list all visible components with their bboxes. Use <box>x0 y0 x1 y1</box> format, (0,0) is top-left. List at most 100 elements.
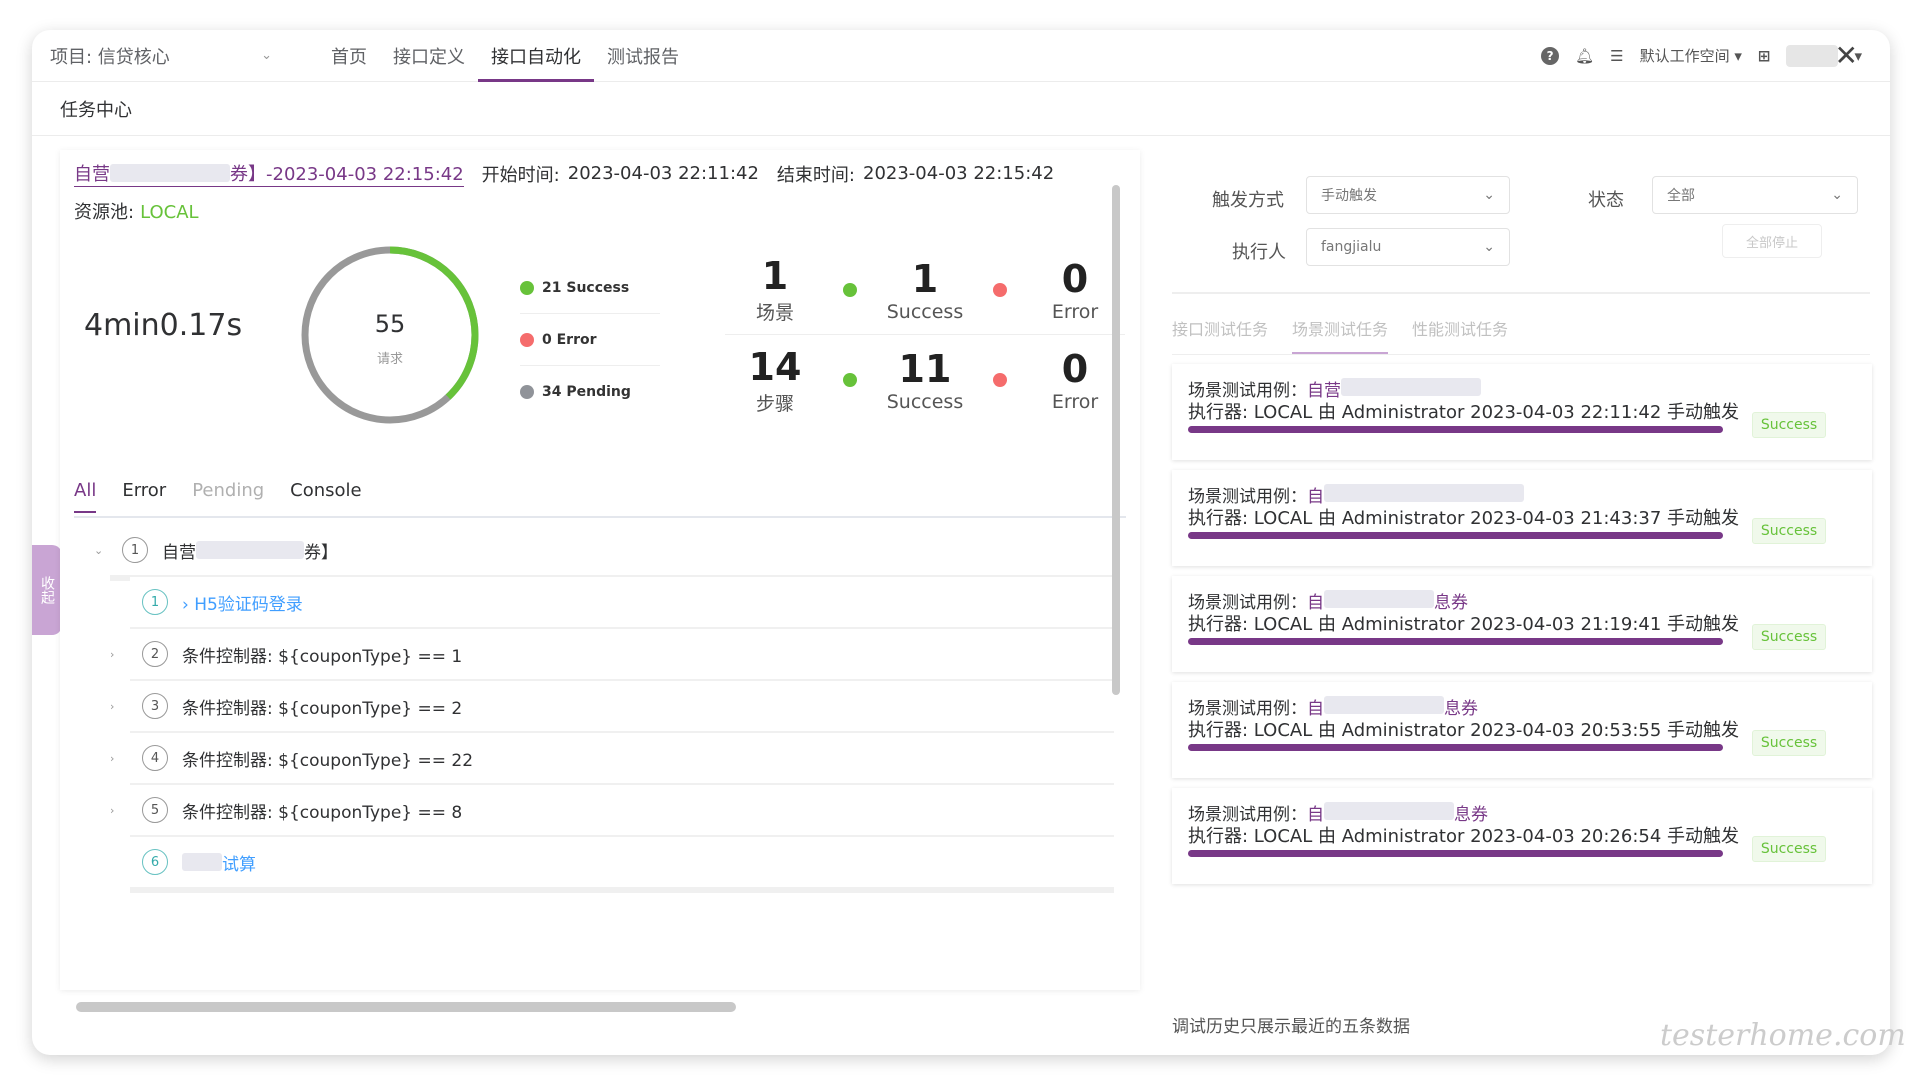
expand-arrow-icon[interactable]: › <box>110 804 114 817</box>
end-time-value: 2023-04-03 22:15:42 <box>863 163 1055 184</box>
status-label: 状态 <box>1588 190 1624 211</box>
nav-test-report[interactable]: 测试报告 <box>594 30 692 82</box>
step-total: 14 <box>748 344 802 389</box>
redacted-text <box>196 541 304 559</box>
redacted-text <box>182 853 222 871</box>
report-header: 自营 券】-2023-04-03 22:15:42 开始时间: 2023-04-… <box>74 160 1054 187</box>
status-badge: Success <box>1752 836 1826 862</box>
request-label: 请求 <box>376 352 403 367</box>
trigger-select[interactable]: 手动触发 ⌄ <box>1306 176 1510 214</box>
horizontal-scrollbar[interactable] <box>76 1002 736 1012</box>
history-footnote: 调试历史只展示最近的五条数据 <box>1172 1017 1410 1037</box>
stats-summary: 1 场景 1 Success 0 Error 14 步骤 11 Success 0 Erro… <box>725 245 1125 425</box>
trigger-label: 触发方式 <box>1212 190 1284 211</box>
project-selector[interactable]: 项目: 信贷核心 ⌄ <box>32 43 282 69</box>
start-time-value: 2023-04-03 22:11:42 <box>567 163 759 184</box>
task-executor-info: 执行器: LOCAL 由 Administrator 2023-04-03 21… <box>1188 508 1740 529</box>
redacted-text <box>1341 378 1481 396</box>
task-progress-bar <box>1188 850 1723 857</box>
nav-api-definition[interactable]: 接口定义 <box>380 30 478 82</box>
success-dot <box>843 373 857 387</box>
scenario-total: 1 <box>761 254 789 298</box>
tab-api-test-tasks[interactable]: 接口测试任务 <box>1172 316 1268 354</box>
expand-arrow-icon[interactable]: › <box>110 700 114 713</box>
watermark: testerhome.com <box>1660 1018 1906 1053</box>
tabs-divider <box>1172 354 1870 355</box>
task-executor-info: 执行器: LOCAL 由 Administrator 2023-04-03 21… <box>1188 614 1740 635</box>
task-executor-info: 执行器: LOCAL 由 Administrator 2023-04-03 22… <box>1188 402 1740 423</box>
step-stats: 14 步骤 11 Success 0 Error <box>725 335 1125 425</box>
success-dot <box>843 282 857 297</box>
list-icon[interactable]: ☰ <box>1610 47 1623 65</box>
status-badge: Success <box>1752 624 1826 650</box>
filter-divider <box>1172 292 1870 294</box>
tree-step-5[interactable]: › 5 条件控制器: ${couponType} == 8 <box>110 785 1114 841</box>
workspace-selector[interactable]: 默认工作空间 ▾ <box>1640 45 1742 66</box>
task-center-header: 任务中心 <box>32 82 1890 136</box>
scenario-error: 0 <box>1061 256 1089 301</box>
vertical-scrollbar[interactable] <box>1112 185 1120 695</box>
executor-label: 执行人 <box>1232 242 1286 263</box>
resource-pool: 资源池: LOCAL <box>74 202 199 223</box>
task-card[interactable]: 场景测试用例：自 息券 执行器: LOCAL 由 Administrator 20… <box>1172 682 1872 778</box>
task-card[interactable]: 场景测试用例：自 息券 执行器: LOCAL 由 Administrator 20… <box>1172 788 1872 884</box>
tree-root-node[interactable]: ⌄ 1 自营 券】 <box>94 525 1114 581</box>
end-time-label: 结束时间: <box>776 164 855 186</box>
tree-step-1[interactable]: 1 › H5验证码登录 <box>130 577 1114 633</box>
tab-pending[interactable]: Pending <box>192 480 264 513</box>
request-total: 55 <box>374 310 406 338</box>
tab-all[interactable]: All <box>74 480 97 513</box>
tabs-divider <box>74 516 1126 518</box>
task-progress-bar <box>1188 638 1723 645</box>
task-type-tabs: 接口测试任务 场景测试任务 性能测试任务 <box>1172 316 1508 354</box>
step-error: 0 <box>1061 347 1089 391</box>
expand-arrow-icon[interactable]: › <box>110 648 114 661</box>
legend-success: 21 Success <box>520 262 660 314</box>
collapse-side-tab[interactable]: 收起 <box>32 545 62 635</box>
task-card[interactable]: 场景测试用例：自 执行器: LOCAL 由 Administrator 2023… <box>1172 470 1872 566</box>
redacted-text <box>1324 802 1454 820</box>
nav-api-automation[interactable]: 接口自动化 <box>478 30 594 82</box>
tab-console[interactable]: Console <box>290 480 361 513</box>
executor-select[interactable]: fangjialu ⌄ <box>1306 228 1510 266</box>
result-tabs: All Error Pending Console <box>74 480 362 513</box>
tab-scenario-test-tasks[interactable]: 场景测试任务 <box>1292 316 1389 354</box>
request-legend: 21 Success 0 Error 34 Pending <box>520 262 660 418</box>
step-success: 11 <box>898 347 952 391</box>
redacted-text <box>1324 484 1524 502</box>
task-executor-info: 执行器: LOCAL 由 Administrator 2023-04-03 20… <box>1188 720 1740 741</box>
redacted-text <box>110 164 230 182</box>
tree-step-4[interactable]: › 4 条件控制器: ${couponType} == 22 <box>110 733 1114 789</box>
tab-performance-test-tasks[interactable]: 性能测试任务 <box>1412 316 1508 354</box>
task-card[interactable]: 场景测试用例：自营 执行器: LOCAL 由 Administrator 202… <box>1172 364 1872 460</box>
start-time-label: 开始时间: <box>481 164 560 186</box>
task-card[interactable]: 场景测试用例：自 息券 执行器: LOCAL 由 Administrator 20… <box>1172 576 1872 672</box>
redacted-text <box>1324 590 1434 608</box>
chevron-down-icon: ⌄ <box>1483 187 1495 203</box>
language-icon[interactable]: ⊞ <box>1758 47 1771 65</box>
main-nav: 首页 接口定义 接口自动化 测试报告 <box>318 30 692 82</box>
bell-icon[interactable]: 🔔︎ <box>1575 47 1594 65</box>
tab-error[interactable]: Error <box>122 480 166 513</box>
scenario-stats: 1 场景 1 Success 0 Error <box>725 245 1125 335</box>
user-avatar[interactable] <box>1786 44 1839 67</box>
error-dot <box>993 282 1007 297</box>
chevron-down-icon: ⌄ <box>1831 187 1843 203</box>
collapse-arrow-icon[interactable]: ⌄ <box>94 544 103 557</box>
tree-step-6[interactable]: 6 试算 <box>130 837 1114 893</box>
status-select[interactable]: 全部 ⌄ <box>1652 176 1858 214</box>
chevron-down-icon: ⌄ <box>1483 239 1495 255</box>
stop-all-button[interactable]: 全部停止 <box>1722 224 1822 258</box>
top-navbar: 项目: 信贷核心 ⌄ 首页 接口定义 接口自动化 测试报告 ? 🔔︎ ☰ 默认工… <box>32 30 1890 82</box>
report-name-link[interactable]: 自营 券】-2023-04-03 22:15:42 <box>74 160 464 187</box>
close-icon[interactable]: ✕ <box>1835 42 1858 70</box>
task-executor-info: 执行器: LOCAL 由 Administrator 2023-04-03 20… <box>1188 826 1740 847</box>
nav-home[interactable]: 首页 <box>318 30 380 82</box>
tree-step-3[interactable]: › 3 条件控制器: ${couponType} == 2 <box>110 681 1114 737</box>
tree-step-2[interactable]: › 2 条件控制器: ${couponType} == 1 <box>110 629 1114 685</box>
help-icon[interactable]: ? <box>1541 46 1560 65</box>
status-badge: Success <box>1752 518 1826 544</box>
expand-arrow-icon[interactable]: › <box>110 752 114 765</box>
task-list-panel: 触发方式 手动触发 ⌄ 状态 全部 ⌄ 执行人 fangjialu ⌄ 全部停止 接口… <box>1162 142 1890 1052</box>
duration: 4min0.17s <box>84 308 243 343</box>
